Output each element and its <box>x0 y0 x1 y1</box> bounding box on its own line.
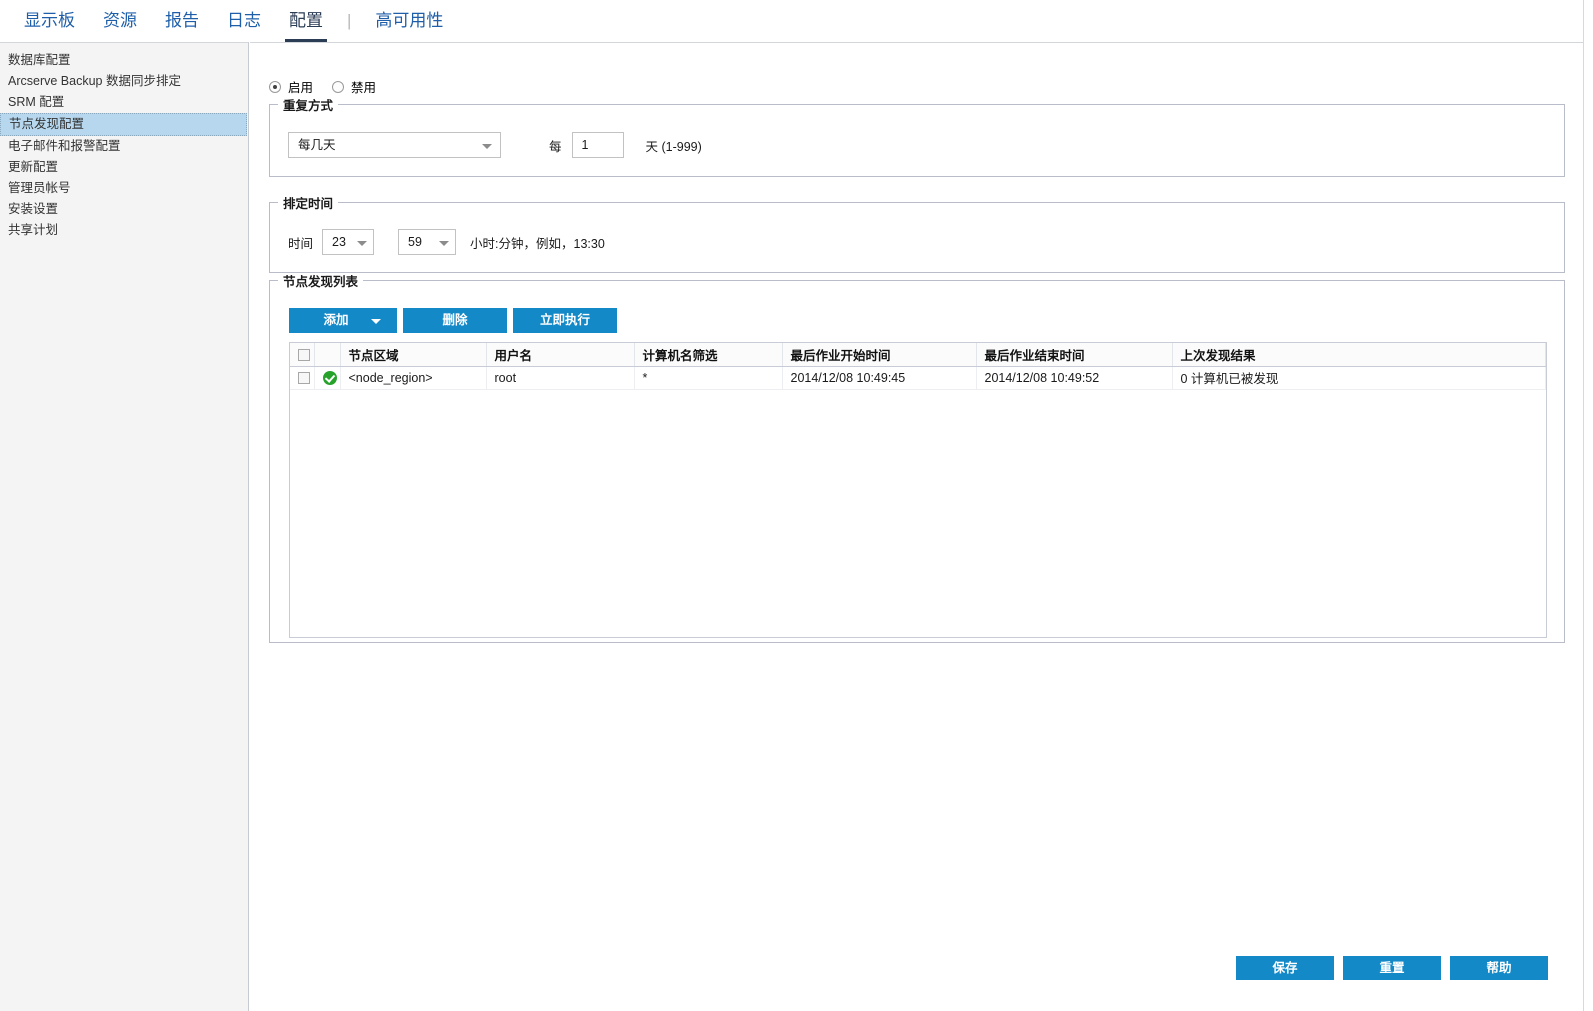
chevron-down-icon <box>482 144 492 149</box>
column-header-last-result[interactable]: 上次发现结果 <box>1172 343 1546 366</box>
radio-disable[interactable] <box>332 81 344 93</box>
cell-region: <node_region> <box>340 366 486 389</box>
node-discovery-table: 节点区域 用户名 计算机名筛选 最后作业开始时间 最后作业结束时间 上次发现结果 <box>290 343 1546 390</box>
schedule-time-row: 时间 23 59 小时:分钟，例如，13:30 <box>270 212 1564 272</box>
table-header: 节点区域 用户名 计算机名筛选 最后作业开始时间 最后作业结束时间 上次发现结果 <box>290 343 1546 366</box>
sidebar-item-email-alert[interactable]: 电子邮件和报警配置 <box>0 136 248 157</box>
table-body: <node_region> root * 2014/12/08 10:49:45… <box>290 366 1546 389</box>
column-header-last-start[interactable]: 最后作业开始时间 <box>782 343 976 366</box>
time-format-hint: 小时:分钟，例如，13:30 <box>470 233 605 252</box>
chevron-down-icon <box>439 241 449 246</box>
row-checkbox[interactable] <box>298 372 310 384</box>
nav-item-configuration[interactable]: 配置 <box>275 1 337 42</box>
sidebar-item-install-settings[interactable]: 安装设置 <box>0 199 248 220</box>
sidebar-item-backup-sync[interactable]: Arcserve Backup 数据同步排定 <box>0 71 248 92</box>
nav-item-dashboard[interactable]: 显示板 <box>10 1 89 42</box>
row-status-cell <box>314 366 340 389</box>
cell-last-end: 2014/12/08 10:49:52 <box>976 366 1172 389</box>
delete-button[interactable]: 删除 <box>403 308 507 333</box>
repeat-method-section: 重复方式 每几天 每 天 (1-999) <box>269 95 1565 177</box>
interval-unit-hint: 天 (1-999) <box>646 136 702 155</box>
hour-select-value: 23 <box>332 235 346 249</box>
row-select-cell[interactable] <box>290 366 314 389</box>
column-header-username[interactable]: 用户名 <box>486 343 634 366</box>
schedule-time-section: 排定时间 时间 23 59 小时:分钟，例如，13:30 <box>269 193 1565 273</box>
main-content: 启用 禁用 重复方式 每几天 每 天 (1-999) 排定时间 时间 23 59 <box>250 42 1583 1011</box>
top-navigation: 显示板 资源 报告 日志 配置 | 高可用性 <box>0 0 1593 42</box>
repeat-method-row: 每几天 每 天 (1-999) <box>270 114 1564 176</box>
minute-select[interactable]: 59 <box>398 229 456 255</box>
time-label: 时间 <box>288 233 313 252</box>
sidebar-item-srm-config[interactable]: SRM 配置 <box>0 92 248 113</box>
column-header-region[interactable]: 节点区域 <box>340 343 486 366</box>
radio-enable[interactable] <box>269 81 281 93</box>
nav-item-reports[interactable]: 报告 <box>151 1 213 42</box>
status-header <box>314 343 340 366</box>
nav-item-high-availability[interactable]: 高可用性 <box>361 1 457 42</box>
schedule-time-legend: 排定时间 <box>278 193 338 212</box>
add-button-label: 添加 <box>323 313 348 327</box>
hour-select[interactable]: 23 <box>322 229 374 255</box>
every-label: 每 <box>549 136 562 155</box>
run-now-button[interactable]: 立即执行 <box>513 308 617 333</box>
select-all-checkbox[interactable] <box>298 349 310 361</box>
sidebar-item-node-discovery[interactable]: 节点发现配置 <box>0 113 247 136</box>
reset-button[interactable]: 重置 <box>1343 956 1441 980</box>
sidebar-item-database-config[interactable]: 数据库配置 <box>0 50 248 71</box>
minute-select-value: 59 <box>408 235 422 249</box>
column-header-machine-filter[interactable]: 计算机名筛选 <box>634 343 782 366</box>
select-all-header[interactable] <box>290 343 314 366</box>
save-button[interactable]: 保存 <box>1236 956 1334 980</box>
frequency-select[interactable]: 每几天 <box>288 132 501 158</box>
help-button[interactable]: 帮助 <box>1450 956 1548 980</box>
chevron-down-icon <box>371 319 381 324</box>
frequency-select-value: 每几天 <box>298 138 336 152</box>
cell-machine-filter: * <box>634 366 782 389</box>
node-list-toolbar: 添加 删除 立即执行 <box>289 308 617 333</box>
nav-separator: | <box>337 1 361 41</box>
success-icon <box>323 371 337 385</box>
node-discovery-list-legend: 节点发现列表 <box>278 271 363 290</box>
column-header-last-end[interactable]: 最后作业结束时间 <box>976 343 1172 366</box>
sidebar-item-admin-account[interactable]: 管理员帐号 <box>0 178 248 199</box>
table-header-row: 节点区域 用户名 计算机名筛选 最后作业开始时间 最后作业结束时间 上次发现结果 <box>290 343 1546 366</box>
repeat-method-legend: 重复方式 <box>278 95 338 114</box>
cell-last-result: 0 计算机已被发现 <box>1172 366 1546 389</box>
footer-actions: 保存 重置 帮助 <box>1236 956 1548 980</box>
page-right-edge <box>1583 0 1584 1011</box>
chevron-down-icon <box>357 241 367 246</box>
node-discovery-list-section: 节点发现列表 添加 删除 立即执行 节点区域 用户名 <box>269 271 1565 643</box>
sidebar-item-shared-plan[interactable]: 共享计划 <box>0 220 248 241</box>
sidebar: 数据库配置 Arcserve Backup 数据同步排定 SRM 配置 节点发现… <box>0 42 249 1011</box>
sidebar-item-update-config[interactable]: 更新配置 <box>0 157 248 178</box>
nav-item-logs[interactable]: 日志 <box>213 1 275 42</box>
cell-last-start: 2014/12/08 10:49:45 <box>782 366 976 389</box>
enable-toggle-group: 启用 禁用 <box>269 77 388 96</box>
radio-disable-label[interactable]: 禁用 <box>351 77 376 96</box>
table-row[interactable]: <node_region> root * 2014/12/08 10:49:45… <box>290 366 1546 389</box>
radio-enable-label[interactable]: 启用 <box>288 77 313 96</box>
cell-username: root <box>486 366 634 389</box>
interval-input[interactable] <box>572 132 624 158</box>
add-button[interactable]: 添加 <box>289 308 397 333</box>
node-discovery-grid[interactable]: 节点区域 用户名 计算机名筛选 最后作业开始时间 最后作业结束时间 上次发现结果 <box>289 342 1547 638</box>
nav-item-resources[interactable]: 资源 <box>89 1 151 42</box>
